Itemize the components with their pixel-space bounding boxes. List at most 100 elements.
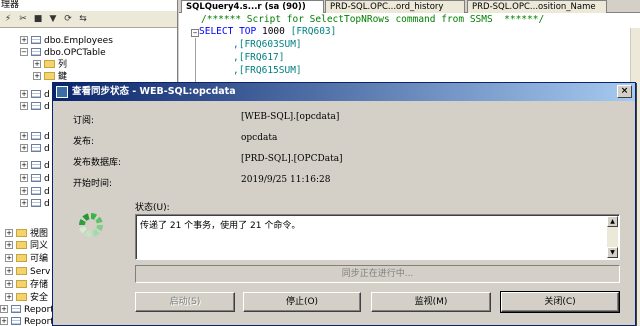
publication-value: opcdata <box>241 133 278 143</box>
status-textbox[interactable]: 传递了 21 个事务，使用了 21 个命令。 ▲ ▼ <box>135 214 620 260</box>
code-column: ,[FRQ615SUM] <box>233 65 302 76</box>
table-icon <box>31 144 41 152</box>
document-tabstrip: SQLQuery4.s...r (sa (90)) PRD-SQL.OPC...… <box>179 0 640 13</box>
expand-icon[interactable]: + <box>20 102 28 110</box>
top-value: 1000 <box>261 26 285 37</box>
stop-icon[interactable]: ■ <box>32 13 44 25</box>
disconnect-icon[interactable]: ✂ <box>17 13 29 25</box>
connect-icon[interactable]: ⚡ <box>2 13 14 25</box>
tree-node[interactable]: + d <box>20 143 50 155</box>
tree-node[interactable]: + d <box>20 131 50 143</box>
stop-button[interactable]: 停止(O) <box>243 292 361 312</box>
expand-icon[interactable]: + <box>20 161 28 169</box>
table-icon <box>31 90 41 98</box>
tree-node-label: 同义 <box>30 241 49 251</box>
expand-icon[interactable]: + <box>20 187 28 195</box>
status-scrollbar[interactable]: ▲ ▼ <box>607 216 618 258</box>
tree-node[interactable]: + dbo.Employees <box>20 35 113 47</box>
expand-icon[interactable]: + <box>5 229 13 237</box>
dialog-titlebar[interactable]: 查看同步状态 - WEB-SQL:opcdata × <box>53 83 635 101</box>
table-icon <box>31 199 41 207</box>
folder-icon <box>16 280 27 288</box>
tree-node[interactable]: + 視图 <box>5 228 48 240</box>
expand-icon[interactable]: + <box>5 241 13 249</box>
expand-icon[interactable]: + <box>20 199 28 207</box>
tree-node[interactable]: + d <box>20 173 50 185</box>
tree-node-label: dbo.Employees <box>44 36 113 46</box>
folder-icon <box>44 60 55 68</box>
tree-node[interactable]: + 同义 <box>5 240 48 252</box>
expand-icon[interactable]: + <box>20 90 28 98</box>
publication-db-value: [PRD-SQL].[OPCData] <box>241 154 343 164</box>
table-icon <box>11 317 21 325</box>
publication-db-label: 发布数据库: <box>73 158 122 168</box>
close-icon[interactable]: × <box>617 85 632 98</box>
tree-node[interactable]: + d <box>20 186 50 198</box>
explorer-title: 理器 <box>0 0 177 11</box>
refresh-icon[interactable]: ⟳ <box>62 13 74 25</box>
start-time-label: 开始时间: <box>73 179 113 189</box>
tree-node-label: 安全 <box>30 293 49 303</box>
scroll-up-icon[interactable]: ▲ <box>607 216 618 227</box>
tree-node-label: d <box>44 132 50 142</box>
tree-node[interactable]: − dbo.OPCTable <box>20 47 106 59</box>
code-column: ,[FRQ617] <box>233 52 285 63</box>
tree-node[interactable]: + 存储 <box>5 279 48 291</box>
tab-ord-history[interactable]: PRD-SQL.OPC...ord_history <box>325 0 465 13</box>
first-column: [FRQ603] <box>290 26 337 37</box>
expand-icon[interactable]: + <box>33 60 41 68</box>
expand-icon[interactable]: + <box>20 174 28 182</box>
code-comment: /****** Script for SelectTopNRows comman… <box>201 14 545 25</box>
tree-node[interactable]: + 可编 <box>5 253 48 265</box>
table-icon <box>31 161 41 169</box>
dialog-app-icon <box>56 86 68 98</box>
sync-icon[interactable]: ⇆ <box>77 13 89 25</box>
expand-icon[interactable]: + <box>0 305 8 313</box>
scroll-down-icon[interactable]: ▼ <box>607 247 618 258</box>
tree-node-label: 視图 <box>30 229 49 239</box>
code-select-line: SELECT TOP 1000 [FRQ603] <box>199 26 336 38</box>
tree-node-label: 存储 <box>30 280 49 290</box>
expand-icon[interactable]: + <box>20 132 28 140</box>
expand-icon[interactable]: + <box>5 280 13 288</box>
expand-icon[interactable]: + <box>33 72 41 80</box>
expand-icon[interactable]: + <box>5 267 13 275</box>
table-icon <box>31 36 41 44</box>
tree-node-label: Serv <box>30 267 51 277</box>
folder-icon <box>16 254 27 262</box>
tree-node[interactable]: + 安全 <box>5 292 48 304</box>
tree-node-label: dbo.OPCTable <box>44 48 106 58</box>
tree-node[interactable]: + d <box>20 198 50 210</box>
tree-node[interactable]: + Serv <box>5 266 50 278</box>
status-label: 状态(U): <box>135 203 170 213</box>
table-icon <box>31 187 41 195</box>
expand-icon[interactable]: + <box>5 293 13 301</box>
tree-node-label: 鍵 <box>58 72 68 82</box>
start-button[interactable]: 启动(S) <box>135 292 235 312</box>
code-column: ,[FRQ603SUM] <box>233 39 302 50</box>
collapse-icon[interactable]: − <box>191 29 199 37</box>
tree-node[interactable]: + d <box>20 160 50 172</box>
tree-node[interactable]: + d <box>20 89 50 101</box>
tree-node-label: 可编 <box>30 254 49 264</box>
progress-spinner-icon <box>79 213 103 237</box>
folder-icon <box>16 267 27 275</box>
tree-node[interactable]: + 列 <box>33 59 67 71</box>
tree-node-label: d <box>44 144 50 154</box>
tree-node-label: d <box>44 187 50 197</box>
tab-position-name[interactable]: PRD-SQL.OPC...osition_Name <box>467 0 607 13</box>
folder-icon <box>16 241 27 249</box>
tree-node-label: d <box>44 174 50 184</box>
expand-icon[interactable]: + <box>20 36 28 44</box>
collapse-icon[interactable]: − <box>20 48 28 56</box>
tree-node[interactable]: + d <box>20 101 50 113</box>
top-keyword: TOP <box>239 26 257 37</box>
tab-sqlquery4[interactable]: SQLQuery4.s...r (sa (90)) <box>181 0 324 13</box>
expand-icon[interactable]: + <box>0 317 8 325</box>
filter-icon[interactable]: ▼ <box>47 13 59 25</box>
expand-icon[interactable]: + <box>20 144 28 152</box>
expand-icon[interactable]: + <box>5 254 13 262</box>
monitor-button[interactable]: 监视(M) <box>371 292 491 312</box>
select-keyword: SELECT <box>199 26 234 37</box>
close-button[interactable]: 关闭(C) <box>500 291 620 313</box>
